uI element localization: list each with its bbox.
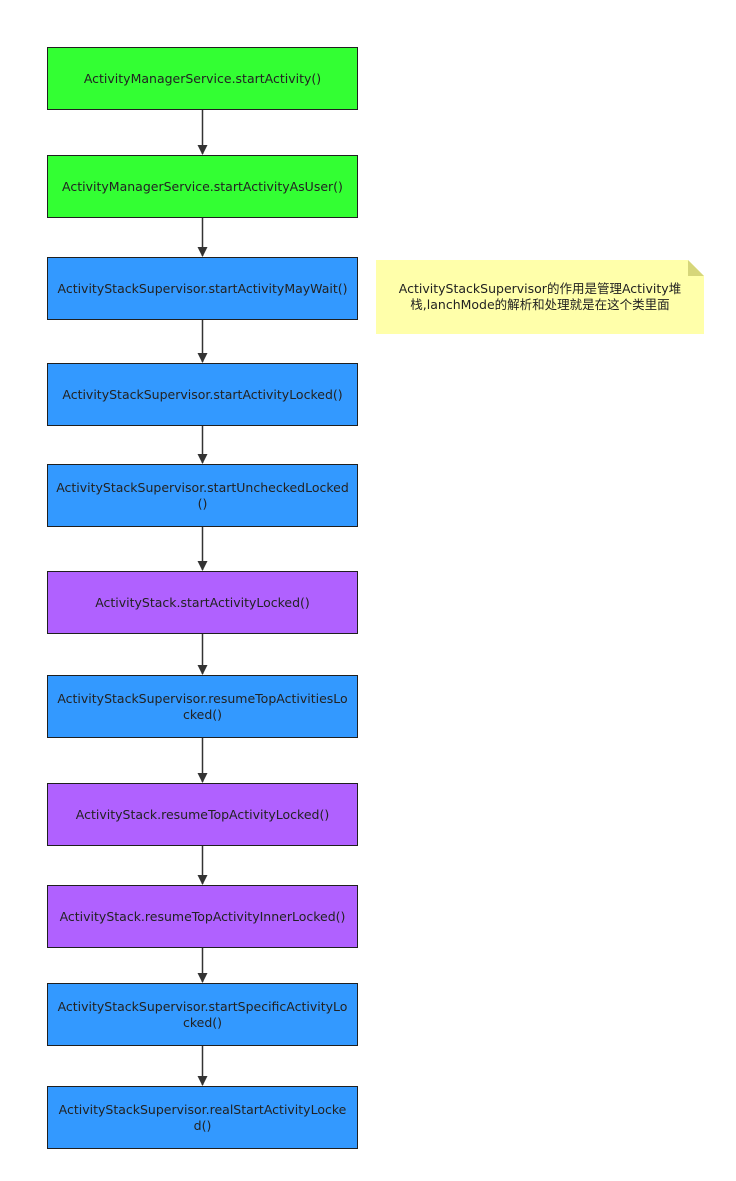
node-ams-start-activity: ActivityManagerService.startActivity() <box>47 47 358 110</box>
node-label: ActivityStackSupervisor.startSpecificAct… <box>57 998 348 1030</box>
note-box: ActivityStackSupervisor的作用是管理Activity堆栈,… <box>376 260 704 334</box>
node-label: ActivityStack.resumeTopActivityInnerLock… <box>59 908 346 924</box>
node-label: ActivityManagerService.startActivity() <box>83 70 322 86</box>
node-label: ActivityStack.startActivityLocked() <box>95 594 310 610</box>
node-label: ActivityManagerService.startActivityAsUs… <box>62 178 343 194</box>
node-stack-resume-top-activity-inner-locked: ActivityStack.resumeTopActivityInnerLock… <box>47 885 358 948</box>
node-supervisor-real-start-activity-locked: ActivityStackSupervisor.realStartActivit… <box>47 1086 358 1149</box>
node-supervisor-start-activity-may-wait: ActivityStackSupervisor.startActivityMay… <box>47 257 358 320</box>
node-supervisor-start-activity-locked: ActivityStackSupervisor.startActivityLoc… <box>47 363 358 426</box>
node-label: ActivityStackSupervisor.startUncheckedLo… <box>56 479 349 511</box>
note-text: ActivityStackSupervisor的作用是管理Activity堆栈,… <box>398 281 682 312</box>
node-label: ActivityStackSupervisor.realStartActivit… <box>58 1101 347 1133</box>
node-stack-start-activity-locked: ActivityStack.startActivityLocked() <box>47 571 358 634</box>
node-label: ActivityStackSupervisor.startActivityMay… <box>57 280 348 296</box>
node-ams-start-activity-as-user: ActivityManagerService.startActivityAsUs… <box>47 155 358 218</box>
node-supervisor-start-unchecked-locked: ActivityStackSupervisor.startUncheckedLo… <box>47 464 358 527</box>
node-supervisor-start-specific-activity-locked: ActivityStackSupervisor.startSpecificAct… <box>47 983 358 1046</box>
node-supervisor-resume-top-activities-locked: ActivityStackSupervisor.resumeTopActivit… <box>47 675 358 738</box>
node-label: ActivityStackSupervisor.resumeTopActivit… <box>57 690 348 722</box>
node-stack-resume-top-activity-locked: ActivityStack.resumeTopActivityLocked() <box>47 783 358 846</box>
node-label: ActivityStack.resumeTopActivityLocked() <box>75 806 330 822</box>
node-label: ActivityStackSupervisor.startActivityLoc… <box>62 386 343 402</box>
